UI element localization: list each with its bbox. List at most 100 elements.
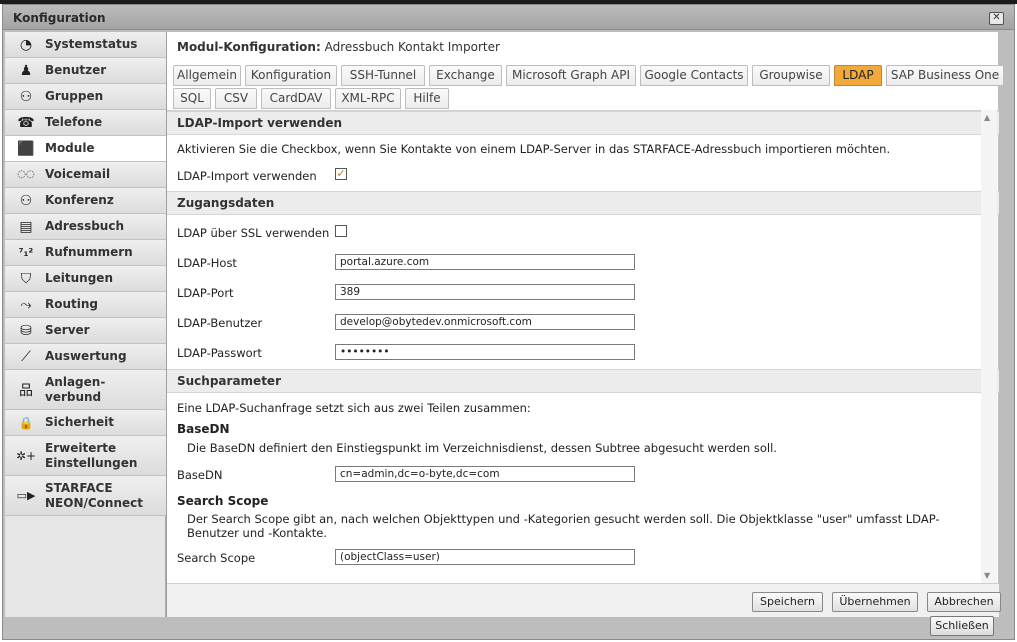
ldap-password-input[interactable]: •••••••• (335, 344, 635, 360)
ldap-host-label: LDAP-Host (177, 256, 237, 270)
conference-icon: ⚇ (19, 192, 33, 209)
ldap-ssl-label: LDAP über SSL verwenden (177, 226, 330, 240)
ldap-import-description: Aktivieren Sie die Checkbox, wenn Sie Ko… (177, 142, 891, 156)
voicemail-icon: ◌◌ (17, 169, 35, 180)
tab-exchange[interactable]: Exchange (429, 65, 502, 86)
close-icon[interactable]: ✕ (989, 12, 1004, 25)
window-title: Konfiguration (13, 11, 106, 25)
chart-icon: ⟋ (21, 348, 31, 365)
sidebar-item-label: Server (45, 323, 90, 337)
network-icon: 品 (19, 382, 33, 399)
ldap-host-input[interactable]: portal.azure.com (335, 254, 635, 270)
tab-konfiguration[interactable]: Konfiguration (245, 65, 337, 86)
page-title-label: Modul-Konfiguration: (177, 40, 321, 54)
tab-microsoft-graph-api[interactable]: Microsoft Graph API (506, 65, 636, 86)
sidebar-item-label: Rufnummern (45, 245, 133, 259)
sidebar-item-label: Konferenz (45, 193, 114, 207)
routing-icon: ⤳ (20, 296, 32, 313)
sidebar-item-label: STARFACE NEON/Connect (45, 480, 143, 510)
addressbook-icon: ▤ (19, 218, 33, 235)
lock-icon: 🔒 (18, 415, 34, 430)
tab-sap-business-one[interactable]: SAP Business One (886, 65, 1004, 86)
basedn-label: BaseDN (177, 468, 223, 482)
basedn-input[interactable]: cn=admin,dc=o-byte,dc=com (335, 466, 635, 482)
sidebar-item-leitungen[interactable]: ⛉ Leitungen (5, 266, 166, 292)
ldap-import-label: LDAP-Import verwenden (177, 169, 317, 183)
sidebar-item-adressbuch[interactable]: ▤ Adressbuch (5, 214, 166, 240)
sidebar-item-label: Telefone (45, 115, 103, 129)
search-scope-heading: Search Scope (177, 494, 269, 508)
save-button[interactable]: Speichern (752, 592, 823, 612)
page-title: Modul-Konfiguration: Adressbuch Kontakt … (177, 40, 500, 54)
section-header-ldap-import: LDAP-Import verwenden (167, 111, 999, 135)
ldap-settings-form: LDAP-Import verwenden Aktivieren Sie die… (167, 110, 999, 583)
ldap-port-input[interactable]: 389 (335, 284, 635, 300)
sidebar-item-module[interactable]: ⬛ Module (5, 136, 166, 162)
ldap-user-input[interactable]: develop@obytedev.onmicrosoft.com (335, 314, 635, 330)
basedn-description: Die BaseDN definiert den Einstiegspunkt … (187, 441, 777, 455)
ldap-ssl-checkbox[interactable] (335, 225, 347, 237)
sidebar: ◔ Systemstatus ♟ Benutzer ⚇ Gruppen ☎ Te… (5, 32, 166, 617)
server-icon: ⛁ (20, 322, 32, 339)
search-scope-input[interactable]: (objectClass=user) (335, 549, 635, 565)
sidebar-item-erweiterte-einstellungen[interactable]: ✲+ Erweiterte Einstellungen (5, 436, 166, 476)
section-header-suchparameter: Suchparameter (167, 369, 999, 393)
tab-sql[interactable]: SQL (173, 88, 211, 109)
tab-ssh-tunnel[interactable]: SSH-Tunnel (341, 65, 425, 86)
tab-ldap[interactable]: LDAP (834, 65, 882, 86)
page-title-module: Adressbuch Kontakt Importer (324, 40, 500, 54)
module-config-panel: Modul-Konfiguration: Adressbuch Kontakt … (166, 32, 1004, 617)
window-titlebar: Konfiguration ✕ (3, 5, 1014, 30)
ldap-password-label: LDAP-Passwort (177, 346, 262, 360)
sidebar-item-server[interactable]: ⛁ Server (5, 318, 166, 344)
sidebar-item-voicemail[interactable]: ◌◌ Voicemail (5, 162, 166, 188)
sidebar-item-konferenz[interactable]: ⚇ Konferenz (5, 188, 166, 214)
sidebar-item-starface-neon-connect[interactable]: ▭▶ STARFACE NEON/Connect (5, 476, 166, 516)
advanced-settings-icon: ✲+ (15, 448, 37, 463)
sidebar-item-label: Adressbuch (45, 219, 125, 233)
tab-hilfe[interactable]: Hilfe (405, 88, 449, 109)
sidebar-item-sicherheit[interactable]: 🔒 Sicherheit (5, 410, 166, 436)
camera-icon: ▭▶ (16, 489, 36, 502)
sidebar-item-label: Sicherheit (45, 415, 114, 429)
user-icon: ♟ (19, 62, 33, 79)
sidebar-item-auswertung[interactable]: ⟋ Auswertung (5, 344, 166, 370)
section-header-zugangsdaten: Zugangsdaten (167, 191, 999, 215)
sidebar-item-benutzer[interactable]: ♟ Benutzer (5, 58, 166, 84)
sidebar-item-gruppen[interactable]: ⚇ Gruppen (5, 84, 166, 110)
sidebar-item-anlagenverbund[interactable]: 品 Anlagen- verbund (5, 370, 166, 410)
apply-button[interactable]: Übernehmen (832, 592, 918, 612)
tab-csv[interactable]: CSV (215, 88, 257, 109)
sidebar-item-label: Systemstatus (45, 37, 138, 51)
form-footer: Speichern Übernehmen Abbrechen (167, 583, 1001, 617)
content-scrollbar[interactable]: ▲ ▼ (981, 110, 997, 583)
tab-carddav[interactable]: CardDAV (261, 88, 331, 109)
close-button[interactable]: Schließen (930, 616, 994, 636)
sidebar-item-label: Voicemail (45, 167, 111, 181)
ldap-port-label: LDAP-Port (177, 286, 234, 300)
scroll-down-icon[interactable]: ▼ (984, 571, 990, 580)
search-intro-text: Eine LDAP-Suchanfrage setzt sich aus zwe… (177, 401, 531, 415)
cancel-button[interactable]: Abbrechen (927, 592, 1001, 612)
tab-xml-rpc[interactable]: XML-RPC (335, 88, 401, 109)
module-icon: ⬛ (17, 140, 35, 157)
sidebar-item-telefone[interactable]: ☎ Telefone (5, 110, 166, 136)
lines-icon: ⛉ (20, 270, 32, 287)
search-scope-label: Search Scope (177, 551, 256, 565)
sidebar-item-label: Leitungen (45, 271, 113, 285)
sidebar-item-systemstatus[interactable]: ◔ Systemstatus (5, 32, 166, 58)
tab-google-contacts[interactable]: Google Contacts (640, 65, 748, 86)
tab-allgemein[interactable]: Allgemein (173, 65, 241, 86)
sidebar-item-label: Module (45, 141, 95, 155)
ldap-import-checkbox[interactable]: ✓ (335, 168, 347, 180)
sidebar-item-rufnummern[interactable]: ⁷₁² Rufnummern (5, 240, 166, 266)
sidebar-item-routing[interactable]: ⤳ Routing (5, 292, 166, 318)
configuration-window: Konfiguration ✕ ◔ Systemstatus ♟ Benutze… (2, 4, 1015, 640)
sidebar-item-label: Auswertung (45, 349, 127, 363)
sidebar-item-label: Anlagen- verbund (45, 374, 106, 404)
clock-icon: ◔ (19, 36, 33, 53)
group-icon: ⚇ (19, 88, 33, 105)
tab-groupwise[interactable]: Groupwise (752, 65, 830, 86)
scroll-up-icon[interactable]: ▲ (984, 113, 990, 122)
numbers-icon: ⁷₁² (18, 246, 34, 259)
